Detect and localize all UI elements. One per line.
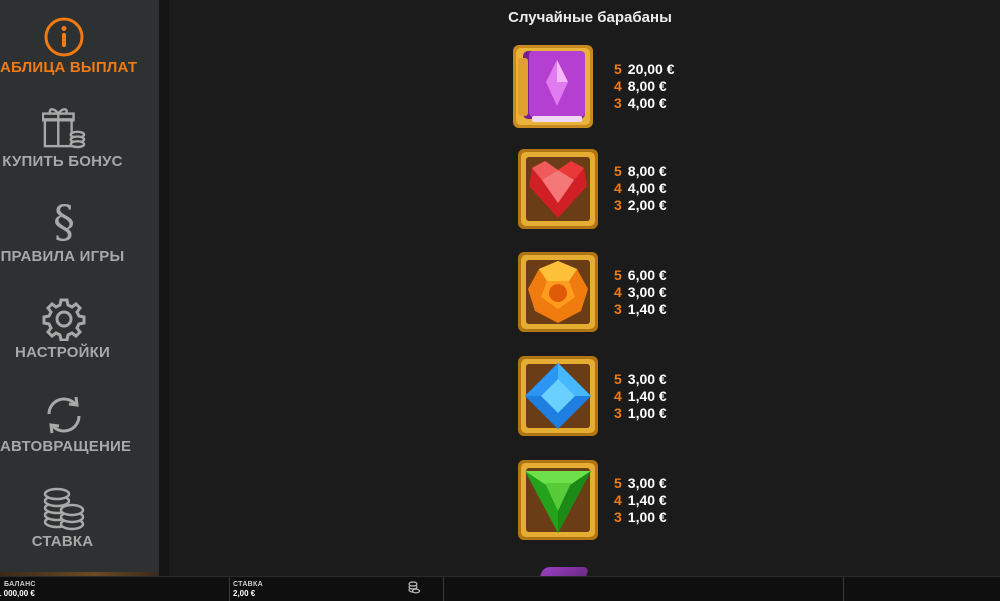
side-menu: АБЛИЦА ВЫПЛАТ КУПИТЬ БОНУС § ПРАВИЛА ИГР… xyxy=(0,0,159,576)
symbol-count: 3 xyxy=(614,197,622,213)
payout-amount: 1,00 € xyxy=(627,509,667,525)
coin-stack-icon[interactable] xyxy=(408,580,421,594)
menu-item-label: АБЛИЦА ВЫПЛАТ xyxy=(0,59,138,76)
menu-item-label: НАСТРОЙКИ xyxy=(15,344,110,361)
section-sign-icon: § xyxy=(53,197,75,248)
symbol-count: 5 xyxy=(614,61,622,77)
symbol-count: 4 xyxy=(614,388,622,404)
payout-amount: 8,00 € xyxy=(627,78,667,94)
payout-amount: 6,00 € xyxy=(627,267,667,283)
gift-coins-icon xyxy=(42,104,86,150)
paytable-values: 5 3,00 € 4 1,40 € 3 1,00 € xyxy=(614,475,734,526)
orange-round-gem-symbol xyxy=(517,251,599,333)
menu-item-stake[interactable]: СТАВКА xyxy=(0,486,159,576)
symbol-count: 3 xyxy=(614,509,622,525)
section-title: Случайные барабаны xyxy=(508,9,672,26)
symbol-count: 3 xyxy=(614,301,622,317)
green-triangle-gem-symbol xyxy=(517,459,599,541)
payout-amount: 4,00 € xyxy=(627,95,667,111)
symbol-count: 4 xyxy=(614,78,622,94)
stake-value: 2,00 € xyxy=(233,589,256,598)
symbol-count: 5 xyxy=(614,163,622,179)
menu-item-game-rules[interactable]: § ПРАВИЛА ИГРЫ xyxy=(0,200,159,290)
divider xyxy=(443,577,444,601)
menu-item-paytable[interactable]: АБЛИЦА ВЫПЛАТ xyxy=(0,14,159,104)
next-symbol-partial xyxy=(530,563,590,576)
autoplay-arrows-icon xyxy=(42,392,86,438)
symbol-count: 3 xyxy=(614,95,622,111)
divider xyxy=(229,577,230,601)
menu-item-label: СТАВКА xyxy=(31,533,94,550)
symbol-count: 5 xyxy=(614,475,622,491)
paytable-values: 5 20,00 € 4 8,00 € 3 4,00 € xyxy=(614,61,734,112)
symbol-count: 4 xyxy=(614,492,622,508)
paytable-values: 5 8,00 € 4 4,00 € 3 2,00 € xyxy=(614,163,734,214)
balance-label: БАЛАНС xyxy=(4,581,36,588)
menu-item-buy-bonus[interactable]: КУПИТЬ БОНУС xyxy=(0,104,159,194)
purple-book-symbol xyxy=(512,44,594,129)
info-icon xyxy=(42,14,86,60)
payout-amount: 2,00 € xyxy=(627,197,667,213)
payout-amount: 1,00 € xyxy=(627,405,667,421)
bottom-bar: БАЛАНС 1 000,00 € СТАВКА 2,00 € xyxy=(0,576,1000,601)
symbol-count: 4 xyxy=(614,180,622,196)
gear-icon xyxy=(42,296,86,342)
payout-amount: 4,00 € xyxy=(627,180,667,196)
menu-item-label: АВТОВРАЩЕНИЕ xyxy=(0,438,132,455)
stake-label: СТАВКА xyxy=(233,581,263,588)
payout-amount: 1,40 € xyxy=(627,388,667,404)
menu-item-label: ПРАВИЛА ИГРЫ xyxy=(0,248,125,265)
symbol-count: 5 xyxy=(614,371,622,387)
payout-amount: 8,00 € xyxy=(627,163,667,179)
payout-amount: 3,00 € xyxy=(627,475,667,491)
paytable-values: 5 6,00 € 4 3,00 € 3 1,40 € xyxy=(614,267,734,318)
payout-amount: 1,40 € xyxy=(627,301,667,317)
coin-stack-icon xyxy=(42,486,86,532)
panel-gutter xyxy=(159,0,169,576)
menu-item-autoplay[interactable]: АВТОВРАЩЕНИЕ xyxy=(0,392,159,482)
balance-value: 1 000,00 € xyxy=(0,589,35,598)
payout-amount: 20,00 € xyxy=(627,61,675,77)
red-heart-gem-symbol xyxy=(517,148,599,230)
menu-item-settings[interactable]: НАСТРОЙКИ xyxy=(0,296,159,386)
divider xyxy=(843,577,844,601)
symbol-count: 4 xyxy=(614,284,622,300)
payout-amount: 3,00 € xyxy=(627,371,667,387)
payout-amount: 3,00 € xyxy=(627,284,667,300)
blue-square-gem-symbol xyxy=(517,355,599,437)
symbol-count: 3 xyxy=(614,405,622,421)
symbol-count: 5 xyxy=(614,267,622,283)
menu-item-label: КУПИТЬ БОНУС xyxy=(2,153,123,170)
payout-amount: 1,40 € xyxy=(627,492,667,508)
paytable-values: 5 3,00 € 4 1,40 € 3 1,00 € xyxy=(614,371,734,422)
